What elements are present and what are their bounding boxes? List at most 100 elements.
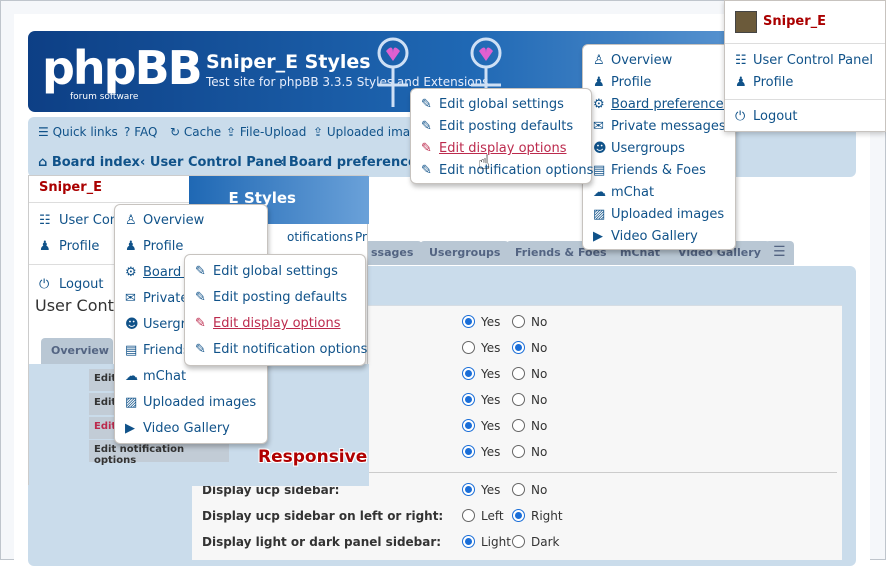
mobile-profile-label: Profile (59, 239, 100, 254)
radio-label: No (531, 419, 548, 433)
menu-label: Friends & Foes (611, 163, 706, 178)
menu-profile[interactable]: ♟ Profile (593, 75, 651, 90)
hand-cursor-icon: ☝ (478, 150, 491, 174)
cache-link[interactable]: ↻ Cache (170, 125, 221, 139)
menu-video-gallery[interactable]: ▶ Video Gallery (593, 229, 698, 244)
menu-label: Edit display options (439, 141, 567, 156)
menu-label: Usergroups (611, 141, 685, 156)
menu-profile[interactable]: ♟ Profile (125, 239, 183, 254)
radio-left[interactable]: Yes (462, 419, 500, 433)
radio-right[interactable]: No (512, 419, 547, 433)
mobile-nav-pr[interactable]: Pr (355, 230, 367, 244)
menu-video-gallery[interactable]: ▶ Video Gallery (125, 421, 230, 436)
chat-icon: ☁ (125, 369, 138, 384)
username[interactable]: Sniper_E (763, 14, 826, 29)
crumb-board-prefs[interactable]: ‹ Board preferences (279, 155, 425, 170)
tab-messages[interactable]: ssages (362, 241, 423, 265)
menu-edit-posting[interactable]: ✎ Edit posting defaults (421, 119, 573, 134)
radio-left[interactable]: Left (462, 509, 504, 523)
radio-left[interactable]: Yes (462, 341, 500, 355)
radio-right[interactable]: No (512, 315, 547, 329)
menu-edit-posting[interactable]: ✎ Edit posting defaults (195, 290, 347, 305)
menu-label: Overview (611, 53, 673, 68)
radio-label: No (531, 483, 548, 497)
radio-label: Right (531, 509, 563, 523)
faq-link[interactable]: ? FAQ (124, 125, 157, 139)
menu-usergroups[interactable]: ☻ Usergroups (593, 141, 685, 156)
site-title[interactable]: Sniper_E Styles (206, 51, 371, 73)
radio-label: Light (481, 535, 511, 549)
mobile-profile-link[interactable]: ♟ Profile (39, 239, 99, 254)
radio-right[interactable]: Dark (512, 535, 559, 549)
menu-edit-display[interactable]: ✎ Edit display options (421, 141, 566, 156)
avatar[interactable] (735, 11, 757, 33)
tab-menu-icon[interactable]: ☰ (765, 241, 794, 265)
crumb-board-index[interactable]: ⌂ Board index (38, 155, 140, 170)
gear-icon: ⚙ (125, 265, 137, 280)
radio-left[interactable]: Yes (462, 393, 500, 407)
menu-uploaded-images[interactable]: ▨ Uploaded images (593, 207, 724, 222)
mobile-logout-link[interactable]: ⏻ Logout (39, 277, 104, 292)
radio-right[interactable]: No (512, 483, 547, 497)
radio-right[interactable]: No (512, 445, 547, 459)
edit-icon: ✎ (421, 141, 432, 156)
crumb-label: Board preferences (288, 155, 425, 170)
menu-label: Profile (753, 75, 794, 90)
menu-uploaded-images[interactable]: ▨ Uploaded images (125, 395, 256, 410)
tab-usergroups[interactable]: Usergroups (420, 241, 510, 265)
user-menu-profile[interactable]: ♟ Profile (735, 75, 793, 90)
menu-overview[interactable]: ♙ Overview (593, 53, 672, 68)
phpbb-logo[interactable]: phpBB forum software (42, 41, 203, 102)
menu-label: Overview (143, 213, 205, 228)
sliders-icon: ☷ (39, 213, 51, 228)
video-icon: ▶ (125, 421, 135, 436)
menu-mchat[interactable]: ☁ mChat (125, 369, 186, 384)
radio-left[interactable]: Yes (462, 315, 500, 329)
radio-label: Yes (481, 419, 501, 433)
menu-edit-notification[interactable]: ✎ Edit notification options (195, 342, 367, 357)
edit-icon: ✎ (421, 119, 432, 134)
user-menu-ucp[interactable]: ☷ User Control Panel (735, 53, 873, 68)
user-icon: ♙ (593, 53, 605, 68)
crumb-ucp[interactable]: ‹ User Control Panel (140, 155, 287, 170)
menu-edit-notification[interactable]: ✎ Edit notification options (421, 163, 593, 178)
site-description: Test site for phpBB 3.3.5 Styles and Ext… (206, 75, 489, 89)
menu-private-messages[interactable]: ✉ Private messages (593, 119, 726, 134)
menu-board-prefs[interactable]: ⚙ Board preferences (593, 97, 730, 112)
uploaded-images-link[interactable]: ⇪ Uploaded imag (313, 125, 418, 139)
radio-label: No (531, 445, 548, 459)
quick-links-link[interactable]: ☰ Quick links (38, 125, 118, 139)
menu-edit-display[interactable]: ✎ Edit display options (195, 316, 340, 331)
mobile-ucp-link[interactable]: ☷ User Con (39, 213, 118, 228)
radio-left[interactable]: Light (462, 535, 511, 549)
menu-mchat[interactable]: ☁ mChat (593, 185, 654, 200)
menu-friends-foes[interactable]: ▤ Friends & Foes (593, 163, 706, 178)
menu-edit-global[interactable]: ✎ Edit global settings (421, 97, 564, 112)
menu-label: Profile (143, 239, 184, 254)
radio-label: Yes (481, 367, 501, 381)
radio-left[interactable]: Yes (462, 445, 500, 459)
mobile-tab-overview[interactable]: Overview (41, 338, 113, 364)
radio-right[interactable]: No (512, 367, 547, 381)
mobile-nav-notifications[interactable]: otifications (287, 230, 353, 244)
menu-overview[interactable]: ♙ Overview (125, 213, 204, 228)
radio-right[interactable]: Right (512, 509, 563, 523)
user-icon: ♟ (125, 239, 137, 254)
edit-icon: ✎ (195, 264, 206, 279)
menu-label: mChat (143, 369, 187, 384)
video-icon: ▶ (593, 229, 603, 244)
setting-row: Display ucp sidebar on left or right: Lef… (192, 504, 837, 530)
menu-edit-global[interactable]: ✎ Edit global settings (195, 264, 338, 279)
mobile-username[interactable]: Sniper_E (39, 180, 102, 195)
radio-left[interactable]: Yes (462, 367, 500, 381)
menu-label: Edit display options (213, 316, 341, 331)
responsive-caption: Responsive (258, 447, 368, 467)
user-menu-logout[interactable]: ⏻ Logout (735, 109, 798, 124)
image-icon: ▨ (125, 395, 138, 410)
edit-icon: ✎ (195, 342, 206, 357)
setting-label: Display light or dark panel sidebar: (202, 535, 442, 549)
file-upload-link[interactable]: ⇪ File-Upload (226, 125, 306, 139)
radio-right[interactable]: No (512, 341, 547, 355)
radio-left[interactable]: Yes (462, 483, 500, 497)
radio-right[interactable]: No (512, 393, 547, 407)
